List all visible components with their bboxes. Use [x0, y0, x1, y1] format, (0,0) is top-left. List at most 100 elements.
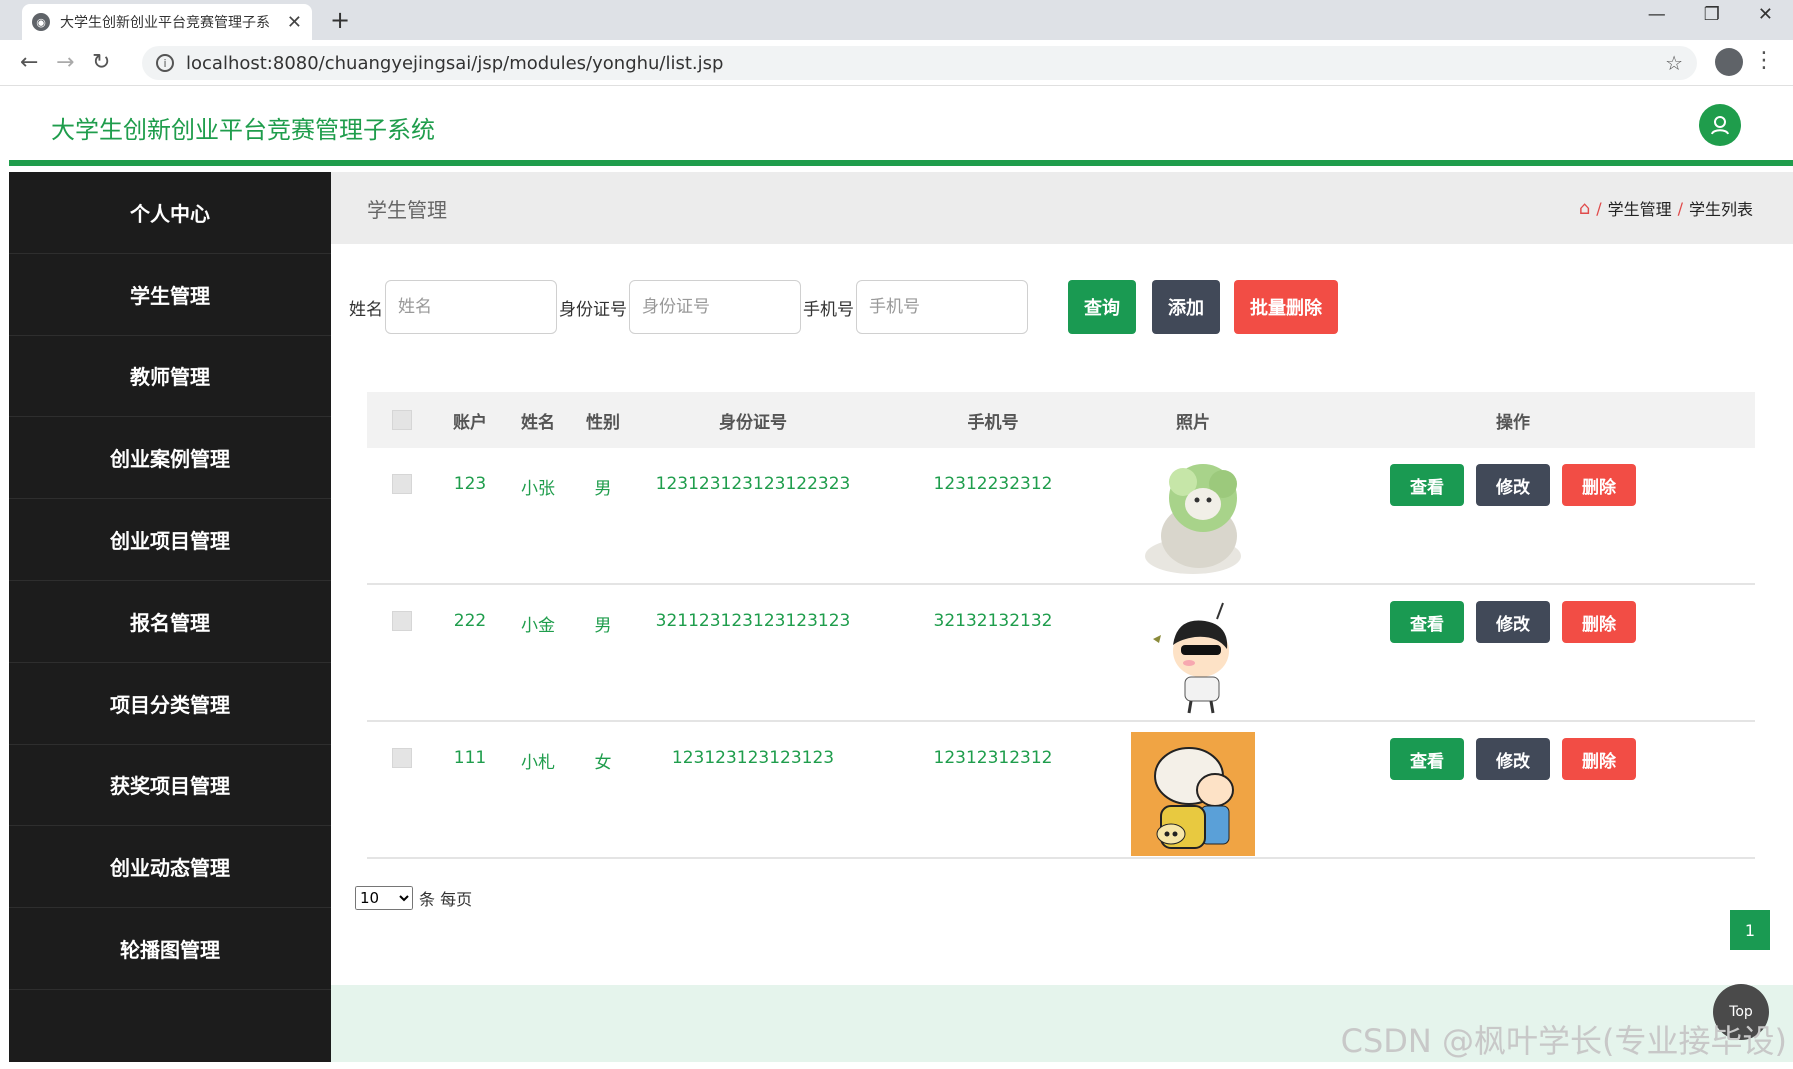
view-button[interactable]: 查看 [1390, 464, 1464, 506]
page-size-control: 10 条 每页 [355, 886, 472, 910]
back-icon[interactable]: ← [20, 50, 38, 75]
main-content: 学生管理 ⌂ / 学生管理 / 学生列表 姓名 身份证号 手机号 查询 添加 批… [331, 172, 1793, 1062]
batch-delete-button[interactable]: 批量删除 [1234, 280, 1338, 334]
minimize-icon[interactable]: — [1648, 4, 1666, 25]
sidebar-item-registration[interactable]: 报名管理 [9, 581, 331, 663]
bookmark-star-icon[interactable]: ☆ [1665, 51, 1683, 75]
per-page-label: 条 每页 [419, 890, 473, 909]
breadcrumb-level2: 学生列表 [1688, 200, 1753, 219]
browser-tab[interactable]: ◉ 大学生创新创业平台竞赛管理子系 ✕ [22, 4, 312, 40]
globe-icon: ◉ [32, 13, 50, 31]
forward-icon[interactable]: → [56, 50, 74, 75]
row-checkbox[interactable] [392, 611, 412, 631]
view-button[interactable]: 查看 [1390, 738, 1464, 780]
breadcrumb: ⌂ / 学生管理 / 学生列表 [1579, 196, 1753, 220]
sidebar-item-carousel[interactable]: 轮播图管理 [9, 908, 331, 990]
delete-button[interactable]: 删除 [1562, 464, 1636, 506]
cell-account: 111 [453, 748, 487, 768]
cell-name: 小金 [521, 616, 555, 636]
id-input[interactable] [629, 280, 801, 334]
row-checkbox[interactable] [392, 748, 412, 768]
user-avatar-icon[interactable] [1699, 104, 1741, 146]
edit-button[interactable]: 修改 [1476, 601, 1550, 643]
name-label: 姓名 [349, 299, 383, 320]
restore-icon[interactable]: ❐ [1704, 4, 1720, 25]
search-form: 姓名 身份证号 手机号 查询 添加 批量删除 [349, 280, 1338, 334]
page-title: 学生管理 [367, 198, 447, 222]
sidebar: 个人中心 学生管理 教师管理 创业案例管理 创业项目管理 报名管理 项目分类管理… [9, 172, 331, 1062]
edit-button[interactable]: 修改 [1476, 464, 1550, 506]
query-button[interactable]: 查询 [1068, 280, 1136, 334]
header-operations: 操作 [1496, 412, 1530, 433]
cell-name: 小札 [521, 753, 555, 773]
sidebar-item-cases[interactable]: 创业案例管理 [9, 417, 331, 500]
cell-phone: 12312232312 [933, 474, 1053, 494]
url-text: localhost:8080/chuangyejingsai/jsp/modul… [186, 52, 724, 74]
cell-phone: 12312312312 [933, 748, 1053, 768]
breadcrumb-level1[interactable]: 学生管理 [1608, 196, 1672, 220]
select-all-checkbox[interactable] [392, 410, 412, 430]
table-row: 123 小张 男 123123123123122323 12312232312 … [367, 448, 1755, 585]
table-row: 222 小金 男 321123123123123123 32132132132 [367, 585, 1755, 722]
cell-sex: 男 [594, 616, 612, 636]
sidebar-item-news[interactable]: 创业动态管理 [9, 826, 331, 909]
student-photo [1131, 595, 1255, 719]
url-field[interactable]: i localhost:8080/chuangyejingsai/jsp/mod… [142, 46, 1697, 80]
home-icon[interactable]: ⌂ [1579, 198, 1590, 219]
row-checkbox[interactable] [392, 474, 412, 494]
page-number-button[interactable]: 1 [1730, 910, 1770, 950]
table-row: 111 小札 女 123123123123123 12312312312 查看 [367, 722, 1755, 859]
page-size-select[interactable]: 10 [355, 886, 413, 910]
cell-phone: 32132132132 [933, 611, 1053, 631]
sidebar-item-awards[interactable]: 获奖项目管理 [9, 745, 331, 827]
delete-button[interactable]: 删除 [1562, 738, 1636, 780]
sidebar-item-students[interactable]: 学生管理 [9, 254, 331, 336]
header-id: 身份证号 [719, 412, 787, 433]
table-header: 账户 姓名 性别 身份证号 手机号 照片 操作 [367, 392, 1755, 448]
menu-dots-icon[interactable]: ⋮ [1753, 48, 1775, 73]
phone-input[interactable] [856, 280, 1028, 334]
app-header: 大学生创新创业平台竞赛管理子系统 [9, 86, 1793, 166]
phone-label: 手机号 [803, 299, 854, 320]
window-controls: — ❐ ✕ [1648, 4, 1773, 25]
address-bar: ← → ↻ i localhost:8080/chuangyejingsai/j… [0, 40, 1793, 86]
id-label: 身份证号 [559, 299, 627, 320]
header-photo: 照片 [1176, 412, 1210, 433]
reload-icon[interactable]: ↻ [92, 50, 110, 75]
watermark: CSDN @枫叶学长(专业接毕设) [1340, 1022, 1787, 1060]
cell-account: 222 [453, 611, 487, 631]
breadcrumb-bar: 学生管理 ⌂ / 学生管理 / 学生列表 [331, 172, 1793, 244]
sidebar-item-categories[interactable]: 项目分类管理 [9, 663, 331, 745]
view-button[interactable]: 查看 [1390, 601, 1464, 643]
student-photo [1145, 464, 1241, 574]
cell-id: 123123123123123 [671, 748, 835, 768]
sidebar-item-projects[interactable]: 创业项目管理 [9, 499, 331, 581]
edit-button[interactable]: 修改 [1476, 738, 1550, 780]
close-tab-icon[interactable]: ✕ [287, 12, 302, 33]
header-account: 账户 [453, 412, 487, 433]
cell-id: 123123123123122323 [655, 474, 851, 494]
student-photo [1131, 732, 1255, 856]
delete-button[interactable]: 删除 [1562, 601, 1636, 643]
close-window-icon[interactable]: ✕ [1758, 4, 1773, 25]
header-phone: 手机号 [967, 412, 1019, 433]
new-tab-icon[interactable]: + [330, 6, 350, 34]
add-button[interactable]: 添加 [1152, 280, 1220, 334]
app-title: 大学生创新创业平台竞赛管理子系统 [51, 116, 435, 144]
info-icon[interactable]: i [156, 54, 174, 72]
sidebar-item-teachers[interactable]: 教师管理 [9, 336, 331, 418]
cell-name: 小张 [521, 479, 555, 499]
sidebar-item-personal-center[interactable]: 个人中心 [9, 172, 331, 254]
cell-sex: 女 [594, 753, 612, 773]
profile-icon[interactable] [1715, 48, 1743, 76]
breadcrumb-separator: / [1596, 198, 1602, 218]
breadcrumb-separator: / [1677, 198, 1683, 218]
header-sex: 性别 [586, 412, 620, 433]
cell-id: 321123123123123123 [655, 611, 851, 631]
tab-title: 大学生创新创业平台竞赛管理子系 [60, 15, 270, 31]
name-input[interactable] [385, 280, 557, 334]
student-table: 账户 姓名 性别 身份证号 手机号 照片 操作 123 小张 男 1231231… [367, 392, 1755, 859]
cell-sex: 男 [594, 479, 612, 499]
header-name: 姓名 [521, 412, 555, 433]
browser-tab-bar: ◉ 大学生创新创业平台竞赛管理子系 ✕ + — ❐ ✕ [0, 0, 1793, 40]
